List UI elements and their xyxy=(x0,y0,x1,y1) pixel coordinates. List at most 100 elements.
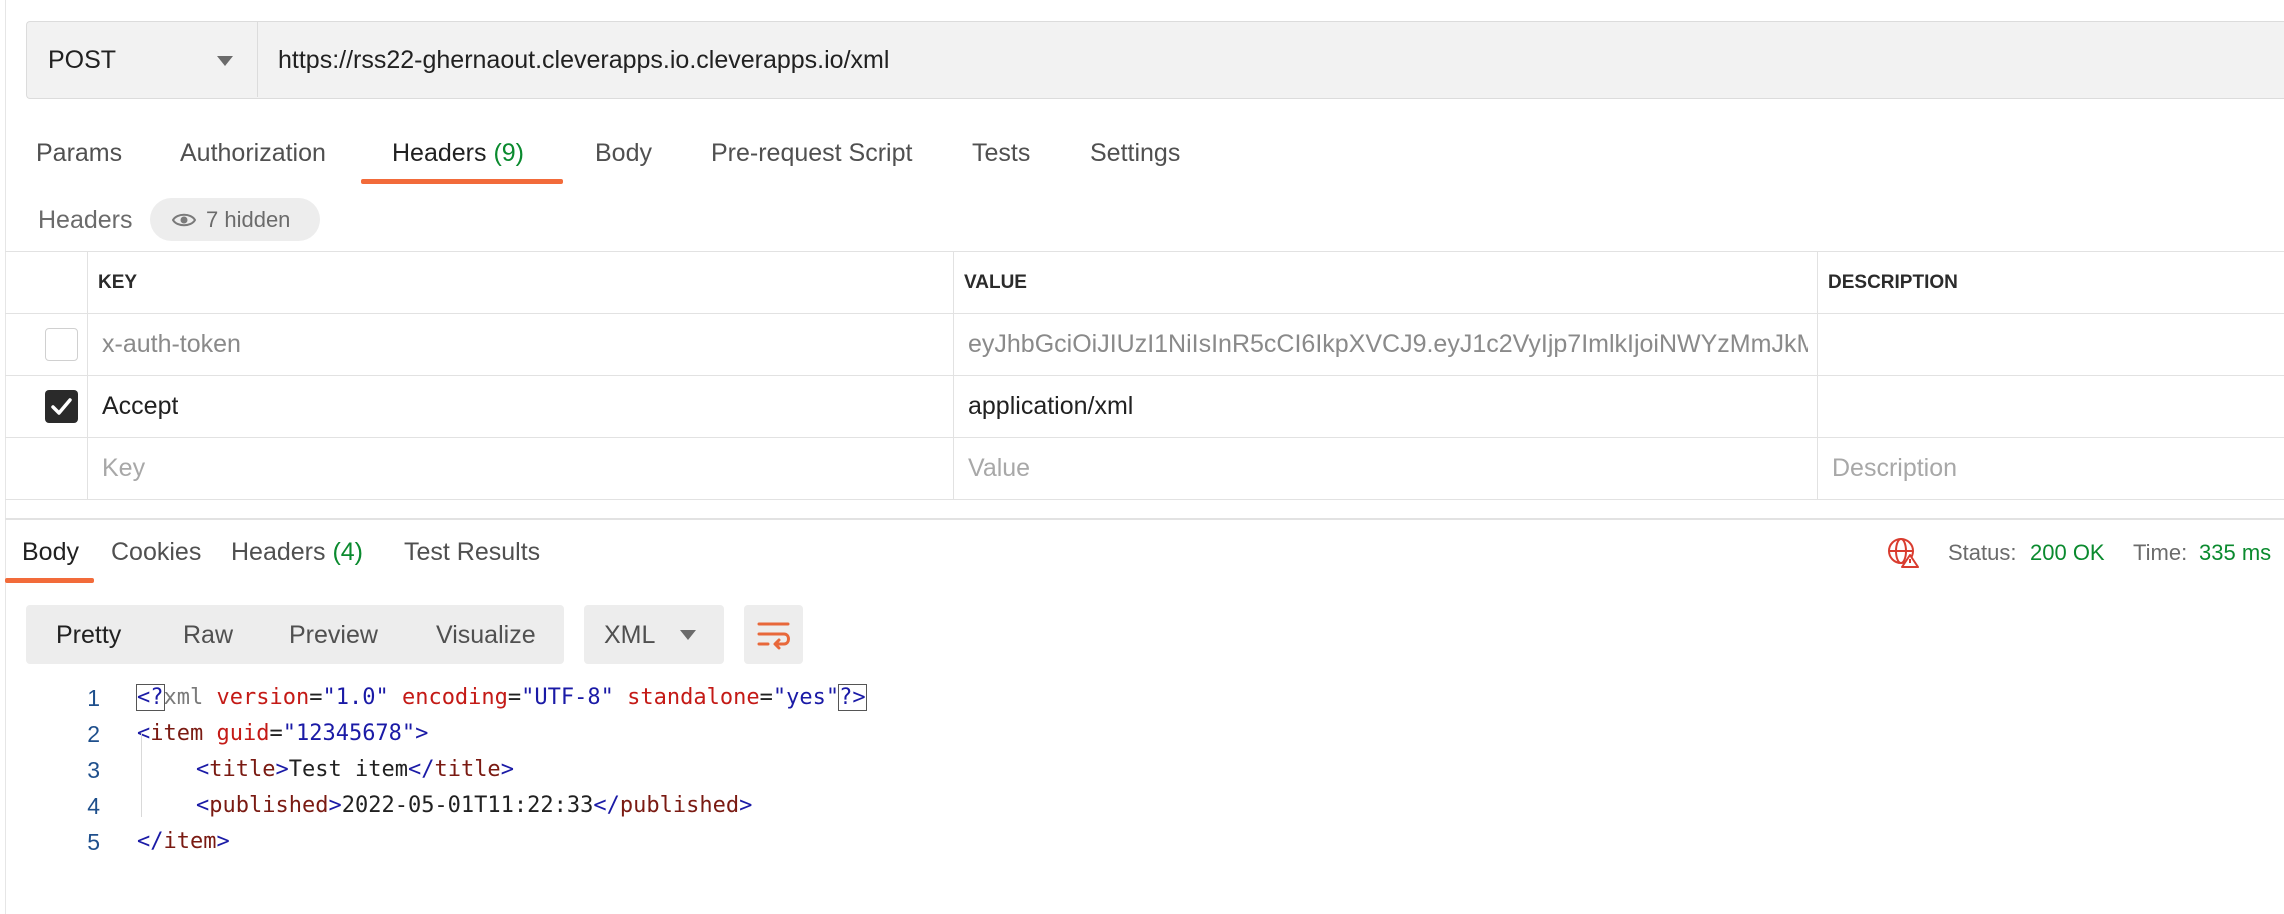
token: xml xyxy=(163,685,204,710)
response-tab-headers[interactable]: Headers (4) xyxy=(231,538,363,567)
column-header-description: DESCRIPTION xyxy=(1817,252,2284,313)
token: "12345678" xyxy=(282,721,416,746)
token: "1.0" xyxy=(322,685,389,710)
code-line: <title>Test item</title> xyxy=(196,757,514,782)
chevron-down-icon xyxy=(217,56,233,66)
token: published xyxy=(619,793,740,818)
method-select[interactable]: POST xyxy=(27,22,258,97)
hidden-count-label: 7 hidden xyxy=(206,207,291,232)
body-view-mode-switch: Pretty Raw Preview Visualize xyxy=(26,605,564,664)
key-cell[interactable]: x-auth-token xyxy=(87,314,953,375)
token: published xyxy=(209,793,329,818)
status-value[interactable]: 200 OK xyxy=(2030,540,2105,566)
request-url-bar: POST https://rss22-ghernaout.cleverapps.… xyxy=(26,21,2284,99)
wrap-lines-icon xyxy=(757,622,790,650)
table-header-row: KEY VALUE DESCRIPTION xyxy=(5,252,2284,314)
time-value[interactable]: 335 ms xyxy=(2199,540,2271,566)
headers-section-title: Headers xyxy=(38,206,133,234)
headers-table: KEY VALUE DESCRIPTION x-auth-token eyJhb… xyxy=(5,251,2284,500)
indent-guide xyxy=(141,733,142,817)
token: <? xyxy=(136,684,165,711)
token: Test item xyxy=(288,757,408,782)
response-divider[interactable] xyxy=(5,518,2284,520)
token: version xyxy=(216,685,310,710)
header-value: eyJhbGciOiJIUzI1NiIsInR5cCI6IkpXVCJ9.eyJ… xyxy=(968,330,1808,358)
hidden-headers-toggle[interactable]: 7 hidden xyxy=(150,198,320,241)
key-column-label: KEY xyxy=(98,272,138,293)
code-line: <?xml version="1.0" encoding="UTF-8" sta… xyxy=(136,684,867,711)
new-key-input[interactable]: Key xyxy=(87,438,953,499)
eye-icon xyxy=(172,213,196,227)
code-line: </item> xyxy=(137,829,230,854)
headers-count-badge: (9) xyxy=(493,139,525,167)
token: ?> xyxy=(838,684,867,711)
header-key: Accept xyxy=(102,392,179,420)
tab-params[interactable]: Params xyxy=(36,139,122,168)
description-cell[interactable] xyxy=(1817,314,2284,375)
mode-visualize[interactable]: Visualize xyxy=(436,621,536,650)
response-tab-headers-label: Headers xyxy=(231,538,326,566)
token: title xyxy=(209,757,276,782)
value-cell[interactable]: application/xml xyxy=(953,376,1817,437)
line-number: 5 xyxy=(87,829,100,855)
new-description-input[interactable]: Description xyxy=(1817,438,2284,499)
table-row: Accept application/xml xyxy=(5,376,2284,438)
response-tab-cookies[interactable]: Cookies xyxy=(111,538,201,567)
tab-pre-request-script[interactable]: Pre-request Script xyxy=(711,139,912,168)
line-number: 1 xyxy=(87,685,100,711)
key-placeholder: Key xyxy=(102,454,146,482)
chevron-down-icon xyxy=(680,630,696,640)
description-cell[interactable] xyxy=(1817,376,2284,437)
table-row: x-auth-token eyJhbGciOiJIUzI1NiIsInR5cCI… xyxy=(5,314,2284,376)
wrap-lines-button[interactable] xyxy=(744,605,803,664)
tab-settings[interactable]: Settings xyxy=(1090,139,1180,168)
line-number: 3 xyxy=(87,757,100,783)
new-header-row: Key Value Description xyxy=(5,438,2284,500)
line-number: 2 xyxy=(87,721,100,747)
token: guid xyxy=(216,721,270,746)
active-tab-indicator xyxy=(361,179,563,184)
tab-authorization[interactable]: Authorization xyxy=(180,139,326,168)
header-key: x-auth-token xyxy=(102,330,241,358)
header-value: application/xml xyxy=(968,392,1134,420)
value-column-label: VALUE xyxy=(964,272,1027,293)
status-label: Status: xyxy=(1948,540,2017,565)
column-header-value: VALUE xyxy=(953,252,1817,313)
key-cell[interactable]: Accept xyxy=(87,376,953,437)
tab-headers[interactable]: Headers (9) xyxy=(392,139,524,168)
mode-preview[interactable]: Preview xyxy=(289,621,378,650)
code-line: <item guid="12345678"> xyxy=(137,721,429,746)
time-label: Time: xyxy=(2133,540,2188,565)
globe-error-icon[interactable] xyxy=(1886,536,1920,568)
tab-body[interactable]: Body xyxy=(595,139,652,168)
tab-tests[interactable]: Tests xyxy=(972,139,1030,168)
token: "UTF-8" xyxy=(521,685,614,710)
description-column-label: DESCRIPTION xyxy=(1828,272,1958,293)
token: 2022-05-01T11:22:33 xyxy=(341,793,594,818)
row-enable-checkbox[interactable] xyxy=(45,328,78,361)
value-cell[interactable]: eyJhbGciOiJIUzI1NiIsInR5cCI6IkpXVCJ9.eyJ… xyxy=(953,314,1817,375)
token: standalone xyxy=(627,685,760,710)
row-enable-checkbox[interactable] xyxy=(45,390,78,423)
mode-pretty[interactable]: Pretty xyxy=(56,621,121,650)
description-placeholder: Description xyxy=(1832,454,1958,482)
url-input[interactable]: https://rss22-ghernaout.cleverapps.io.cl… xyxy=(278,46,889,75)
response-tab-test-results[interactable]: Test Results xyxy=(404,538,540,567)
format-select[interactable]: XML xyxy=(584,605,724,664)
response-tab-body[interactable]: Body xyxy=(22,538,79,567)
column-header-key: KEY xyxy=(87,252,953,313)
mode-raw[interactable]: Raw xyxy=(183,621,233,650)
method-label: POST xyxy=(48,46,117,74)
token: "yes" xyxy=(772,685,840,710)
new-value-input[interactable]: Value xyxy=(953,438,1817,499)
value-placeholder: Value xyxy=(968,454,1031,482)
token: item xyxy=(150,721,204,746)
format-label: XML xyxy=(604,621,656,649)
code-line: <published>2022-05-01T11:22:33</publishe… xyxy=(196,793,753,818)
token: item xyxy=(163,829,217,854)
active-response-tab-indicator xyxy=(5,578,94,583)
line-number: 4 xyxy=(87,793,100,819)
token: encoding xyxy=(401,685,508,710)
token: title xyxy=(434,757,501,782)
response-headers-count: (4) xyxy=(332,538,364,566)
